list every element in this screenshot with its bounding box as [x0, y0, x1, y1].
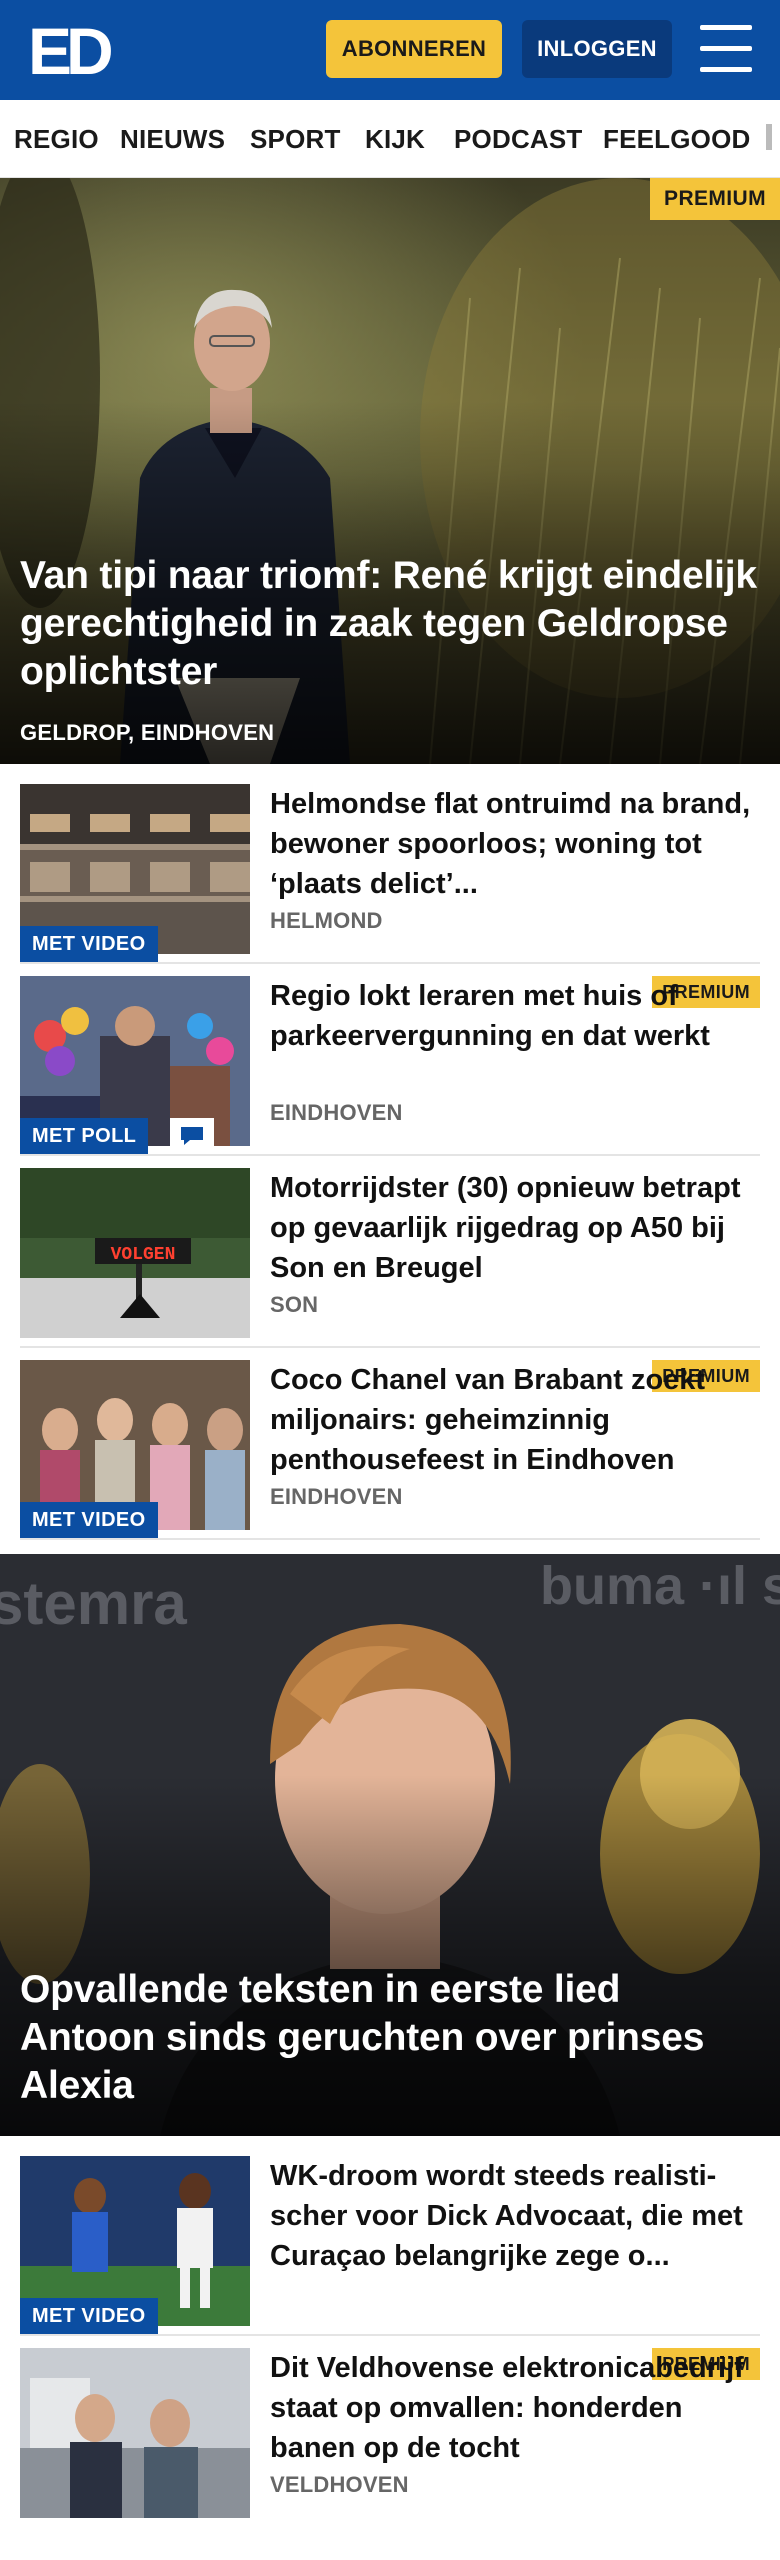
video-badge: MET VIDEO — [20, 2298, 158, 2334]
subscribe-button[interactable]: ABONNEREN — [326, 20, 502, 78]
hamburger-menu-icon[interactable] — [700, 25, 752, 73]
category-nav: REGIO NIEUWS SPORT KIJK PODCAST FEELGOOD — [0, 100, 780, 178]
nav-item-sport[interactable]: SPORT — [250, 124, 341, 155]
article-location: SON — [270, 1292, 319, 1317]
article-title[interactable]: Coco Chanel van Brabant zoekt miljonairs… — [270, 1360, 760, 1480]
article-item-veldhoven[interactable]: PREMIUM Dit Veldhovense elektronicabe­dr… — [20, 2348, 760, 2528]
article-item-motorrijdster[interactable]: VOLGEN Motorrijdster (30) opnieuw betrap… — [20, 1168, 760, 1348]
premium-badge: PREMIUM — [650, 178, 780, 220]
poll-badge: MET POLL — [20, 1118, 149, 1154]
nav-item-kijk[interactable]: KIJK — [365, 124, 425, 155]
top-header: ED ABONNEREN INLOGGEN — [0, 0, 780, 100]
article-thumbnail: VOLGEN — [20, 1168, 250, 1338]
nav-item-feelgood[interactable]: FEELGOOD — [603, 124, 751, 155]
comment-icon — [170, 1118, 214, 1154]
sign-text: VOLGEN — [111, 1245, 176, 1265]
nav-overflow-indicator — [766, 124, 772, 150]
video-badge: MET VIDEO — [20, 1502, 158, 1538]
video-badge: MET VIDEO — [20, 926, 158, 962]
article-item-coco-chanel[interactable]: PREMIUM MET VIDEO Coco Chanel van Braban… — [20, 1360, 760, 1540]
article-title[interactable]: Dit Veldhovense elektronicabe­drijf staa… — [270, 2348, 760, 2468]
article-title[interactable]: Helmondse flat ontruimd na brand, bewone… — [270, 784, 760, 904]
article-item-regio-leraren[interactable]: PREMIUM MET POLL Regio lokt leraren met … — [20, 976, 760, 1156]
backdrop-text-right: buma ·ıl s — [540, 1556, 780, 1616]
article-location: HELMOND — [270, 908, 383, 933]
article-title[interactable]: Regio lokt leraren met huis of parkeerve… — [270, 976, 760, 1056]
nav-item-podcast[interactable]: PODCAST — [454, 124, 583, 155]
article-item-helmond-flat[interactable]: MET VIDEO Helmondse flat ontruimd na bra… — [20, 784, 760, 964]
hero-article-tipi[interactable]: PREMIUM Van tipi naar triomf: René krijg… — [0, 178, 780, 764]
ed-logo[interactable]: ED — [28, 14, 117, 88]
hero-title[interactable]: Van tipi naar triomf: René krijgt eindel… — [20, 552, 760, 696]
nav-item-nieuws[interactable]: NIEUWS — [120, 124, 225, 155]
article-location: EINDHOVEN — [270, 1484, 403, 1509]
article-thumbnail — [20, 2348, 250, 2518]
logo-text: ED — [28, 20, 111, 80]
hero-location: GELDROP, EINDHOVEN — [20, 720, 275, 745]
hero-article-antoon[interactable]: stemra buma ·ıl s Opvallende teksten in … — [0, 1554, 780, 2136]
login-button[interactable]: INLOGGEN — [522, 20, 672, 78]
nav-item-regio[interactable]: REGIO — [14, 124, 99, 155]
article-location: EINDHOVEN — [270, 1100, 403, 1125]
hero-title[interactable]: Opvallende teksten in eerste lied Antoon… — [20, 1966, 760, 2110]
article-title[interactable]: Motorrijdster (30) opnieuw betrapt op ge… — [270, 1168, 760, 1288]
article-location: VELDHOVEN — [270, 2472, 409, 2497]
article-item-wk-droom[interactable]: MET VIDEO WK-droom wordt steeds realisti… — [20, 2156, 760, 2336]
article-title[interactable]: WK-droom wordt steeds realisti­scher voo… — [270, 2156, 760, 2276]
backdrop-text-left: stemra — [0, 1570, 187, 1637]
